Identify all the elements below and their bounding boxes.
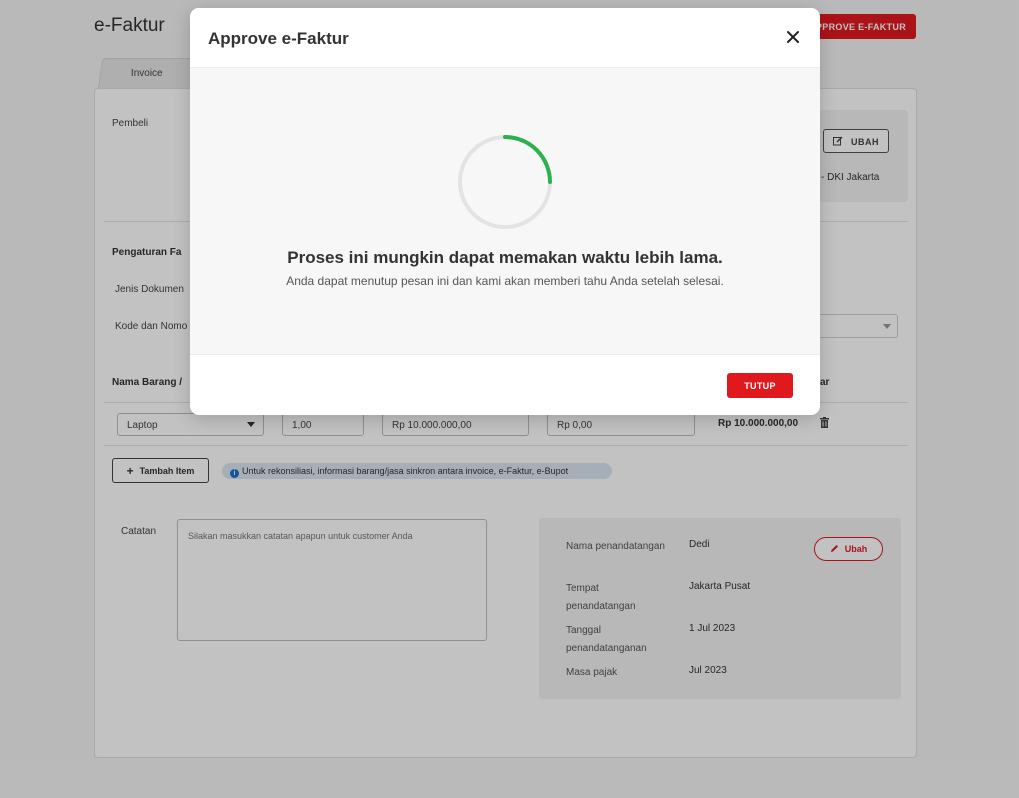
modal-body: Proses ini mungkin dapat memakan waktu l… — [190, 68, 820, 355]
modal-message: Proses ini mungkin dapat memakan waktu l… — [287, 248, 723, 267]
modal-title: Approve e-Faktur — [208, 29, 349, 48]
close-button[interactable]: TUTUP — [727, 373, 793, 398]
modal-submessage: Anda dapat menutup pesan ini dan kami ak… — [286, 274, 724, 288]
modal-header: Approve e-Faktur — [190, 8, 820, 68]
loading-spinner-icon — [458, 135, 552, 229]
approve-efaktur-modal: Approve e-Faktur Proses ini mungkin dapa… — [190, 8, 820, 415]
close-icon[interactable] — [784, 28, 802, 46]
